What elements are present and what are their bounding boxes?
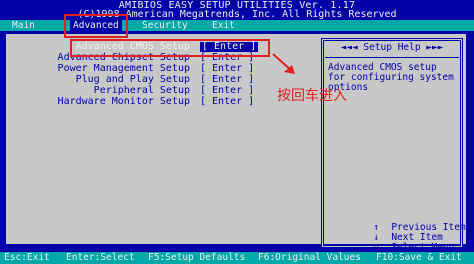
key-esc-exit: Esc:Exit: [4, 252, 50, 263]
tab-main[interactable]: Main: [12, 20, 35, 31]
tab-exit[interactable]: Exit: [212, 20, 235, 31]
key-help-bar: Esc:Exit Enter:Select F5:Setup Defaults …: [0, 252, 474, 264]
help-title: ◄◄◄ Setup Help ►►►: [340, 42, 444, 53]
key-enter-select: Enter:Select: [66, 252, 135, 263]
setup-item-label: Power Management Setup: [57, 63, 190, 74]
setup-item-hardware-monitor[interactable]: Hardware Monitor Setup [ Enter ]: [6, 97, 316, 107]
annotation-box-advanced-tab: [64, 14, 128, 38]
key-f5-setup-defaults: F5:Setup Defaults: [148, 252, 246, 263]
setup-panel: Advanced CMOS Setup [ Enter ] Advanced C…: [6, 34, 466, 253]
help-text-line: options: [328, 82, 369, 93]
key-f10-save-exit: F10:Save & Exit: [376, 252, 462, 263]
setup-item-label: Plug and Play Setup: [75, 74, 190, 85]
setup-item-enter[interactable]: [ Enter ]: [200, 97, 254, 107]
annotation-text: 按回车进入: [277, 88, 347, 104]
annotation-arrow-icon: [272, 53, 295, 74]
setup-item-label: Hardware Monitor Setup: [57, 96, 190, 107]
setup-item-enter[interactable]: [ Enter ]: [200, 75, 254, 85]
help-divider: [325, 57, 459, 58]
key-f6-original-values: F6:Original Values: [258, 252, 361, 263]
setup-item-label: Peripheral Setup: [93, 85, 190, 96]
setup-item-enter[interactable]: [ Enter ]: [200, 64, 254, 74]
setup-help-panel: ◄◄◄ Setup Help ►►► Advanced CMOS setup f…: [321, 38, 466, 253]
setup-item-enter[interactable]: [ Enter ]: [200, 86, 254, 96]
setup-item-peripheral[interactable]: Peripheral Setup [ Enter ]: [6, 86, 316, 96]
annotation-box-cmos-setup: [70, 39, 270, 57]
tab-security[interactable]: Security: [142, 20, 188, 31]
